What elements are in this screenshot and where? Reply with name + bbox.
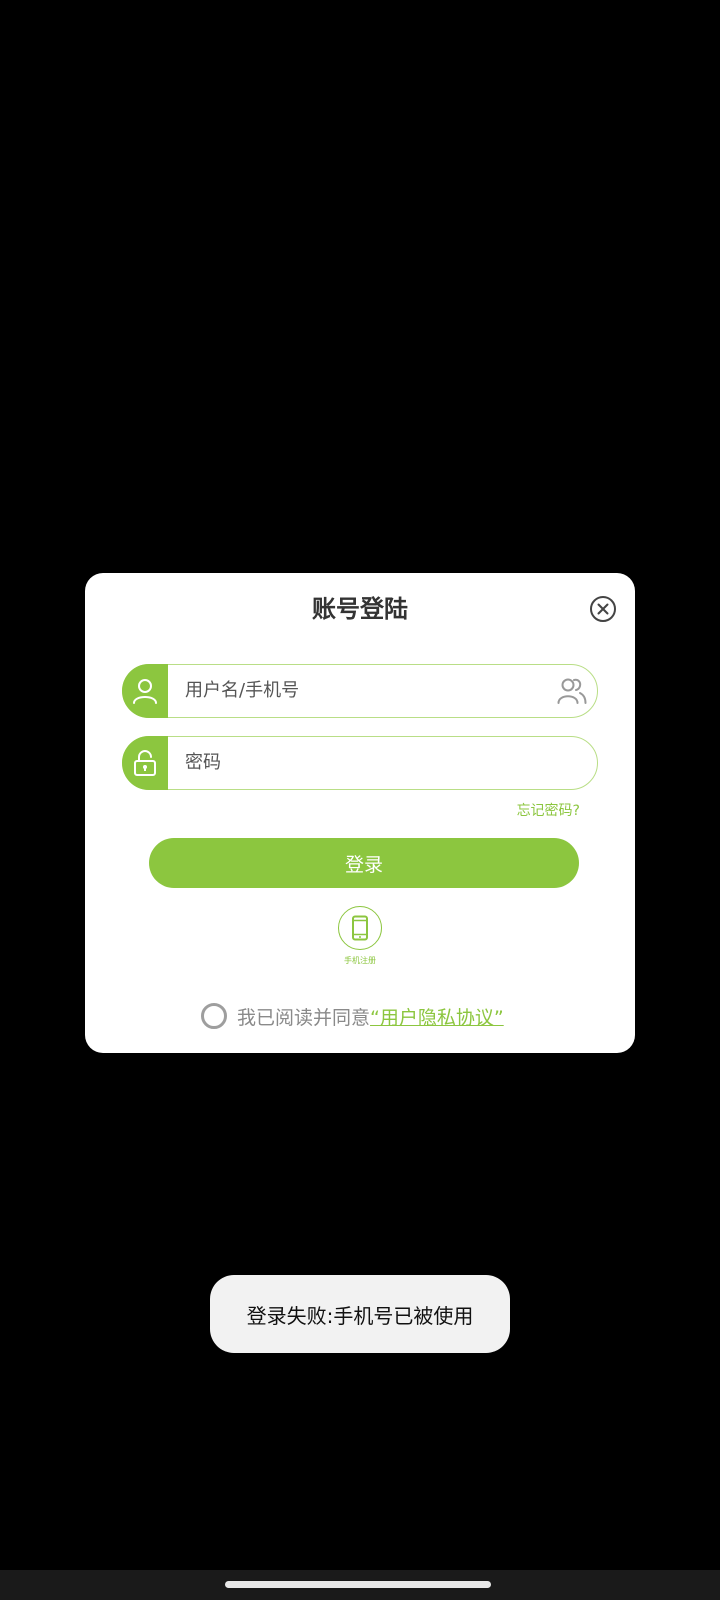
lock-icon xyxy=(121,735,168,790)
navigation-bar xyxy=(0,1570,720,1600)
home-indicator[interactable] xyxy=(225,1581,491,1588)
agreement-radio[interactable] xyxy=(201,1003,227,1029)
close-icon xyxy=(590,596,616,622)
phone-register-button[interactable]: 手机注册 xyxy=(337,906,383,976)
password-input[interactable] xyxy=(185,737,535,788)
privacy-agreement-link[interactable]: “用户隐私协议” xyxy=(370,1003,504,1030)
dialog-title: 账号登陆 xyxy=(312,595,408,623)
forgot-password-link[interactable]: 忘记密码? xyxy=(517,801,580,821)
agreement-text: 我已阅读并同意 xyxy=(237,1006,371,1029)
login-dialog: 账号登陆 用户名/手机号 忘记密码? 登录 手机注册 我已阅读并同意 “用户隐私… xyxy=(85,573,635,1053)
user-icon xyxy=(121,663,168,718)
agreement-row: 我已阅读并同意 “用户隐私协议” xyxy=(201,1001,504,1031)
phone-icon xyxy=(338,906,382,950)
close-button[interactable] xyxy=(589,595,617,623)
username-input[interactable] xyxy=(185,665,535,716)
password-field xyxy=(121,735,598,790)
screen: 账号登陆 用户名/手机号 忘记密码? 登录 手机注册 我已阅读并同意 “用户隐私… xyxy=(0,0,720,1600)
username-field xyxy=(121,663,598,718)
toast-message: 登录失败:手机号已被使用 xyxy=(210,1275,510,1353)
contacts-icon[interactable] xyxy=(557,677,587,705)
phone-register-label: 手机注册 xyxy=(344,956,376,965)
login-button[interactable]: 登录 xyxy=(149,838,579,888)
